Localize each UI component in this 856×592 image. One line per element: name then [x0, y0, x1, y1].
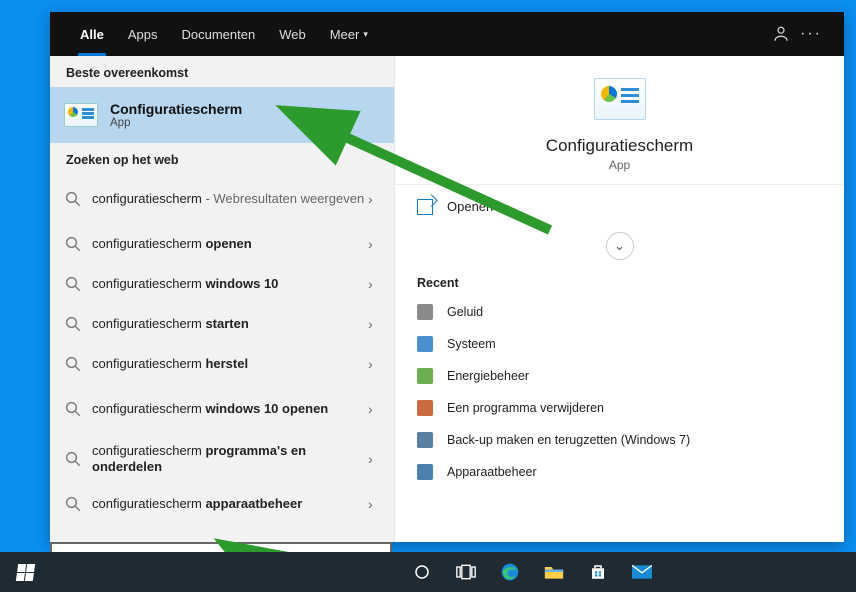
expand-toggle[interactable]: ⌄: [606, 232, 634, 260]
recent-item-icon: [417, 336, 433, 352]
recent-item-label: Apparaatbeheer: [447, 465, 537, 479]
filter-label: Web: [279, 27, 306, 42]
chevron-down-icon: ⌄: [614, 238, 625, 254]
filter-tab-web[interactable]: Web: [267, 12, 318, 56]
search-icon: [64, 355, 82, 373]
web-suggestion-text: configuratiescherm openen: [92, 236, 368, 252]
search-icon: [64, 190, 82, 208]
recent-item-label: Systeem: [447, 337, 496, 351]
results-left-column: Beste overeenkomst Configuratiescherm Ap…: [50, 56, 394, 542]
recent-item[interactable]: Energiebeheer: [395, 360, 844, 392]
chevron-right-icon: ›: [368, 191, 382, 207]
web-suggestion[interactable]: configuratiescherm - Webresultaten weerg…: [50, 174, 394, 224]
recent-item[interactable]: Apparaatbeheer: [395, 456, 844, 488]
chevron-right-icon: ›: [368, 236, 382, 252]
recent-item-icon: [417, 464, 433, 480]
preview-right-column: Configuratiescherm App Openen ⌄ Recent G…: [394, 56, 844, 542]
chevron-right-icon: ›: [368, 451, 382, 467]
filter-label: Alle: [80, 27, 104, 42]
web-suggestion[interactable]: configuratiescherm openen›: [50, 224, 394, 264]
web-suggestion-text: configuratiescherm apparaatbeheer: [92, 496, 368, 512]
recent-item-icon: [417, 432, 433, 448]
control-panel-icon: [594, 78, 646, 120]
more-options-icon[interactable]: ···: [796, 25, 826, 43]
chevron-down-icon: ▾: [363, 29, 368, 40]
start-button[interactable]: [0, 552, 50, 592]
chevron-right-icon: ›: [368, 316, 382, 332]
search-icon: [64, 315, 82, 333]
search-icon: [64, 495, 82, 513]
best-match-title: Configuratiescherm: [110, 101, 242, 117]
web-suggestion[interactable]: configuratiescherm programma's en onderd…: [50, 434, 394, 484]
open-external-icon: [417, 199, 433, 215]
recent-item[interactable]: Een programma verwijderen: [395, 392, 844, 424]
chevron-right-icon: ›: [368, 356, 382, 372]
windows-logo-icon: [15, 564, 34, 581]
filter-tab-more[interactable]: Meer▾: [318, 12, 380, 56]
recent-list: Geluid Systeem Energiebeheer Een programma …: [395, 296, 844, 488]
web-suggestion[interactable]: configuratiescherm starten›: [50, 304, 394, 344]
web-suggestion-text: configuratiescherm - Webresultaten weerg…: [92, 191, 368, 207]
web-results-list: configuratiescherm - Webresultaten weerg…: [50, 174, 394, 528]
filter-label: Documenten: [181, 27, 255, 42]
recent-item-label: Back-up maken en terugzetten (Windows 7): [447, 433, 690, 447]
taskbar-store-icon[interactable]: [576, 552, 620, 592]
taskbar: [0, 552, 856, 592]
recent-section-label: Recent: [395, 268, 844, 296]
recent-item-label: Energiebeheer: [447, 369, 529, 383]
filter-tab-all[interactable]: Alle: [68, 12, 116, 56]
web-suggestion-text: configuratiescherm windows 10 openen: [92, 401, 368, 417]
filter-tab-apps[interactable]: Apps: [116, 12, 170, 56]
search-panel-body: Beste overeenkomst Configuratiescherm Ap…: [50, 56, 844, 542]
search-icon: [64, 450, 82, 468]
open-action[interactable]: Openen: [395, 184, 844, 228]
chevron-right-icon: ›: [368, 496, 382, 512]
recent-item[interactable]: Systeem: [395, 328, 844, 360]
web-suggestion[interactable]: configuratiescherm windows 10›: [50, 264, 394, 304]
open-action-label: Openen: [447, 199, 493, 214]
search-filter-bar: Alle Apps Documenten Web Meer▾ ···: [50, 12, 844, 56]
taskbar-edge-icon[interactable]: [488, 552, 532, 592]
best-match-label: Beste overeenkomst: [50, 56, 394, 87]
recent-item-label: Een programma verwijderen: [447, 401, 604, 415]
taskbar-mail-icon[interactable]: [620, 552, 664, 592]
feedback-icon[interactable]: [766, 25, 796, 43]
taskbar-explorer-icon[interactable]: [532, 552, 576, 592]
search-icon: [64, 235, 82, 253]
web-suggestion[interactable]: configuratiescherm windows 10 openen›: [50, 384, 394, 434]
taskbar-cortana-icon[interactable]: [400, 552, 444, 592]
web-suggestion[interactable]: configuratiescherm herstel›: [50, 344, 394, 384]
best-match-subtitle: App: [110, 117, 242, 129]
best-match-result[interactable]: Configuratiescherm App: [50, 87, 394, 143]
recent-item[interactable]: Back-up maken en terugzetten (Windows 7): [395, 424, 844, 456]
filter-label: Meer: [330, 27, 360, 42]
recent-item-label: Geluid: [447, 305, 483, 319]
web-suggestion-text: configuratiescherm windows 10: [92, 276, 368, 292]
web-suggestion[interactable]: configuratiescherm apparaatbeheer›: [50, 484, 394, 524]
recent-item-icon: [417, 368, 433, 384]
filter-tab-docs[interactable]: Documenten: [169, 12, 267, 56]
preview-header: Configuratiescherm App: [395, 56, 844, 184]
recent-item[interactable]: Geluid: [395, 296, 844, 328]
web-suggestion-text: configuratiescherm herstel: [92, 356, 368, 372]
search-icon: [64, 400, 82, 418]
web-suggestion-text: configuratiescherm programma's en onderd…: [92, 443, 368, 476]
web-results-label: Zoeken op het web: [50, 143, 394, 174]
recent-item-icon: [417, 304, 433, 320]
windows-search-panel: Alle Apps Documenten Web Meer▾ ··· Beste…: [50, 12, 844, 542]
taskbar-taskview-icon[interactable]: [444, 552, 488, 592]
web-suggestion-text: configuratiescherm starten: [92, 316, 368, 332]
chevron-right-icon: ›: [368, 276, 382, 292]
filter-label: Apps: [128, 27, 158, 42]
chevron-right-icon: ›: [368, 401, 382, 417]
search-icon: [64, 275, 82, 293]
preview-subtitle: App: [609, 158, 630, 172]
control-panel-icon: [64, 103, 98, 127]
recent-item-icon: [417, 400, 433, 416]
preview-title: Configuratiescherm: [546, 136, 693, 156]
